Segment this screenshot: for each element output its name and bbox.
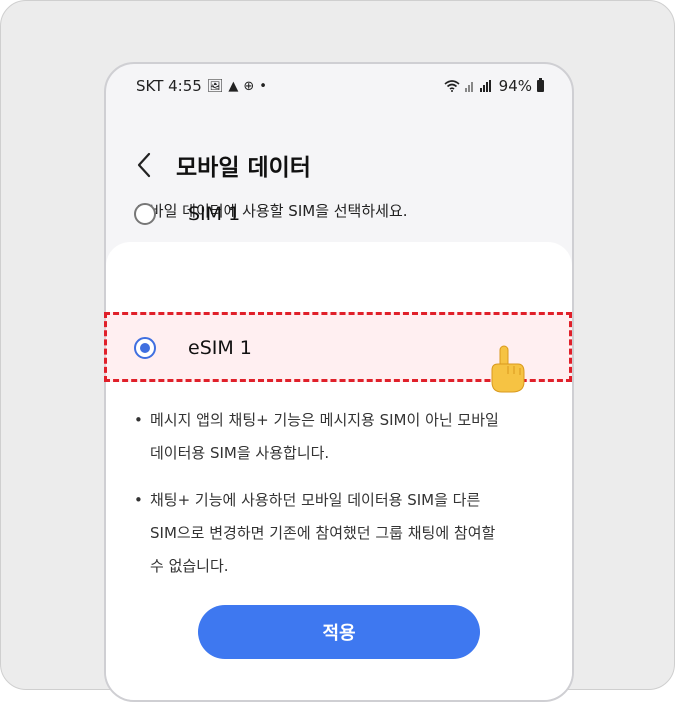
radio-sim1[interactable] (134, 203, 156, 225)
bullet: • (134, 491, 143, 509)
back-arrow-icon[interactable] (134, 151, 156, 179)
warning-icon: ▲ (228, 78, 239, 94)
page-title: 모바일 데이터 (176, 155, 311, 181)
note-item: • 채팅+ 기능에 사용하던 모바일 데이터용 SIM을 다른 SIM으로 변경… (134, 484, 554, 583)
battery-percent: 94% (498, 77, 532, 95)
header: 모바일 데이터 (134, 148, 311, 182)
notification-dot: • (259, 78, 267, 94)
battery-icon (537, 78, 544, 92)
notes-list: • 메시지 앱의 채팅+ 기능은 메시지용 SIM이 아닌 모바일 데이터용 S… (134, 404, 554, 583)
signal-icon-esim (479, 80, 491, 92)
note-item: • 메시지 앱의 채팅+ 기능은 메시지용 SIM이 아닌 모바일 데이터용 S… (134, 404, 554, 470)
pointing-hand-icon (491, 345, 525, 393)
radio-esim1[interactable] (134, 337, 156, 359)
sim1-label: SIM 1 (188, 203, 241, 225)
carrier-time: SKT 4:55 (136, 77, 202, 95)
sim-option-sim1[interactable]: SIM 1 (104, 184, 572, 244)
wifi-icon (444, 80, 460, 92)
apply-button[interactable]: 적용 (198, 605, 480, 659)
note-line: SIM으로 변경하면 기존에 참여했던 그룹 채팅에 참여할 (150, 524, 496, 542)
note-line: 채팅+ 기능에 사용하던 모바일 데이터용 SIM을 다른 (150, 491, 481, 509)
esim1-label: eSIM 1 (188, 337, 252, 359)
note-line: 데이터용 SIM을 사용합니다. (150, 444, 330, 462)
note-line: 메시지 앱의 채팅+ 기능은 메시지용 SIM이 아닌 모바일 (150, 411, 499, 429)
gallery-icon: 🖼 (206, 78, 224, 94)
bullet: • (134, 411, 143, 429)
globe-icon: ⊕ (243, 78, 255, 94)
note-line: 수 없습니다. (150, 557, 229, 575)
status-bar: SKT 4:55 🖼 ▲ ⊕ • 94% (106, 64, 572, 108)
signal-icon-sim1 (464, 82, 473, 92)
